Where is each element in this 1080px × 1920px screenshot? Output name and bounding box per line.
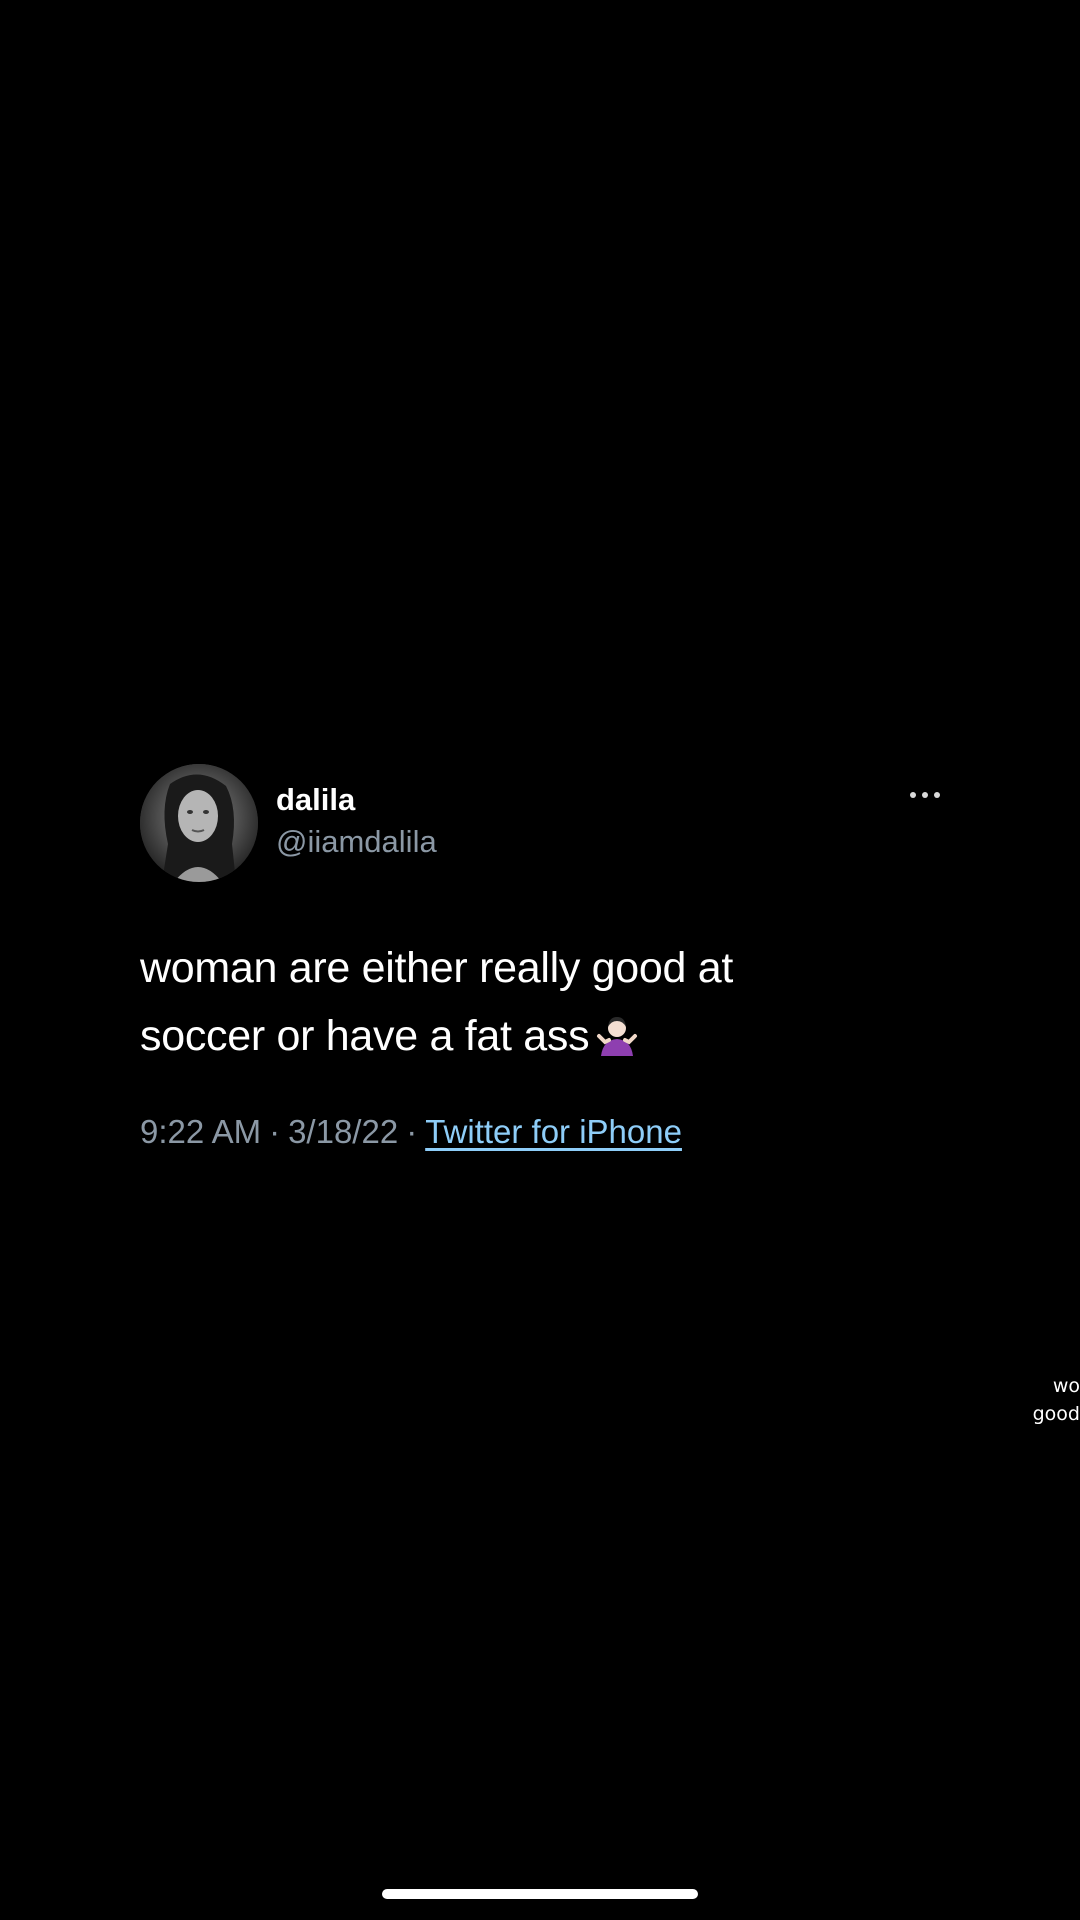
- tweet-time[interactable]: 9:22 AM: [140, 1113, 261, 1150]
- meta-separator: ·: [269, 1113, 281, 1150]
- tweet-header: dalila @iiamdalila: [140, 764, 940, 882]
- tweet-source-link[interactable]: Twitter for iPhone: [425, 1113, 682, 1150]
- display-name[interactable]: dalila: [276, 782, 437, 818]
- person-shrugging-icon: [597, 1017, 638, 1056]
- home-indicator[interactable]: [382, 1889, 698, 1899]
- tweet-date[interactable]: 3/18/22: [288, 1113, 398, 1150]
- avatar[interactable]: [140, 764, 258, 882]
- user-handle[interactable]: @iiamdalila: [276, 822, 437, 862]
- tweet-card: dalila @iiamdalila woman are either real…: [140, 764, 940, 1154]
- tweet-text: woman are either really good at soccer o…: [140, 934, 860, 1070]
- tweet-author[interactable]: dalila @iiamdalila: [276, 782, 437, 862]
- more-horizontal-icon[interactable]: [910, 790, 940, 800]
- meta-separator: ·: [406, 1113, 418, 1150]
- side-caption-line: good: [1032, 1403, 1080, 1425]
- side-caption: wo good: [1020, 1372, 1080, 1428]
- tweet-text-content: woman are either really good at soccer o…: [140, 944, 734, 1060]
- side-caption-line: wo: [1052, 1375, 1080, 1397]
- tweet-meta: 9:22 AM · 3/18/22 · Twitter for iPhone: [140, 1110, 940, 1154]
- avatar-photo: [140, 764, 258, 882]
